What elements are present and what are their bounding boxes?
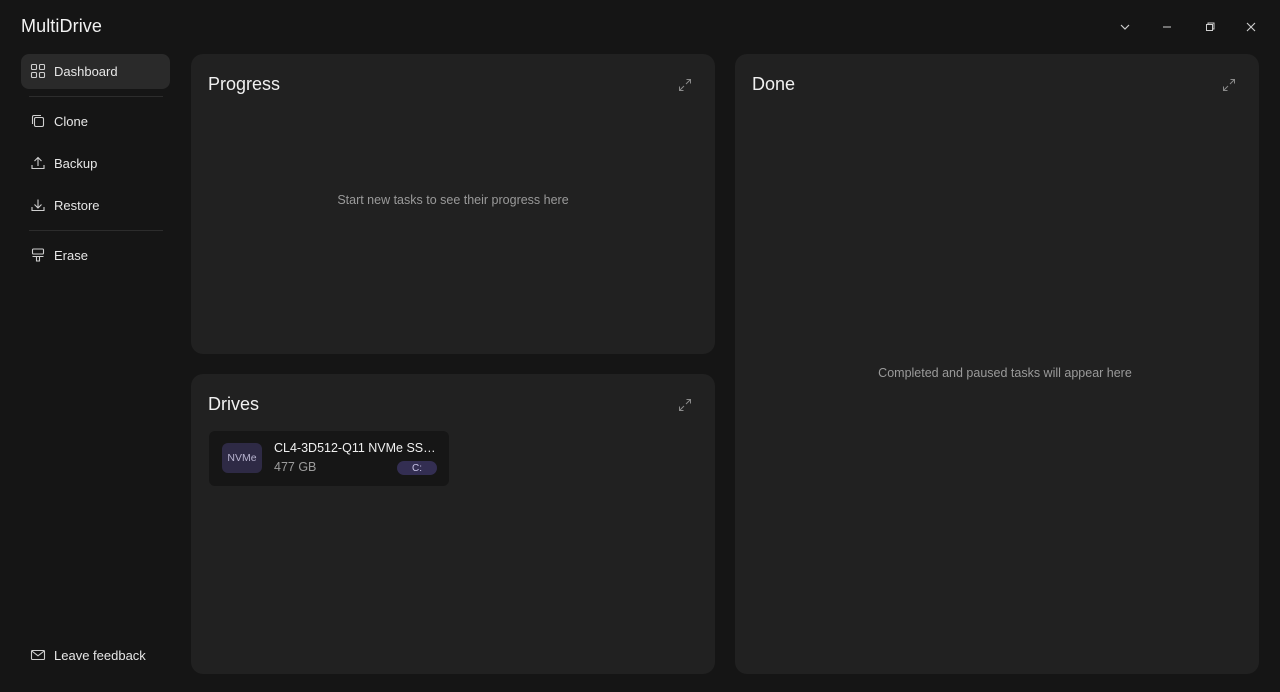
sidebar-divider <box>29 230 163 231</box>
expand-icon <box>679 399 691 411</box>
close-button[interactable] <box>1238 14 1264 40</box>
expand-icon <box>1223 79 1235 91</box>
title-bar: MultiDrive <box>0 0 1280 54</box>
app-title: MultiDrive <box>21 16 103 36</box>
sidebar-divider <box>29 96 163 97</box>
sidebar-item-erase[interactable]: Erase <box>21 238 170 273</box>
mail-icon <box>30 647 46 663</box>
grid-icon <box>30 63 46 79</box>
progress-empty-message: Start new tasks to see their progress he… <box>337 193 569 207</box>
done-panel: Done Completed and paused tasks will app… <box>735 54 1259 674</box>
drive-size: 477 GB <box>274 460 317 474</box>
drive-card[interactable]: NVMe CL4-3D512-Q11 NVMe SSSTC... 477 GB … <box>209 431 449 486</box>
sidebar: Dashboard Clone Backup Restore Erase Lea… <box>0 54 190 692</box>
sidebar-item-label: Backup <box>54 156 98 171</box>
progress-panel: Progress Start new tasks to see their pr… <box>191 54 715 354</box>
sidebar-item-restore[interactable]: Restore <box>21 188 170 223</box>
drive-letter-badge: C: <box>397 461 437 475</box>
app-window: MultiDrive Dashboard Clone Backup Restor… <box>0 0 1280 692</box>
restore-button[interactable] <box>1197 14 1223 40</box>
close-icon <box>1246 22 1256 32</box>
drives-panel: Drives NVMe CL4-3D512-Q11 NVMe SSSTC... … <box>191 374 715 674</box>
sidebar-item-label: Restore <box>54 198 100 213</box>
sidebar-item-backup[interactable]: Backup <box>21 146 170 181</box>
progress-title: Progress <box>208 74 281 94</box>
done-empty-message: Completed and paused tasks will appear h… <box>878 366 1132 380</box>
sidebar-item-dashboard[interactable]: Dashboard <box>21 54 170 89</box>
upload-icon <box>30 155 46 171</box>
download-icon <box>30 197 46 213</box>
expand-done-button[interactable] <box>1220 76 1238 94</box>
sidebar-item-label: Erase <box>54 248 88 263</box>
drive-type-badge: NVMe <box>222 443 262 473</box>
leave-feedback-button[interactable]: Leave feedback <box>21 638 170 673</box>
minimize-button[interactable] <box>1154 14 1180 40</box>
expand-drives-button[interactable] <box>676 396 694 414</box>
restore-icon <box>1206 22 1215 31</box>
copy-icon <box>30 113 46 129</box>
minimize-icon <box>1163 26 1171 28</box>
expand-progress-button[interactable] <box>676 76 694 94</box>
done-title: Done <box>752 74 796 94</box>
sidebar-item-clone[interactable]: Clone <box>21 104 170 139</box>
eraser-icon <box>30 247 46 263</box>
sidebar-item-label: Dashboard <box>54 64 118 79</box>
drives-title: Drives <box>208 394 260 414</box>
sidebar-item-label: Clone <box>54 114 88 129</box>
feedback-label: Leave feedback <box>54 648 146 663</box>
drive-name: CL4-3D512-Q11 NVMe SSSTC... <box>274 441 440 455</box>
expand-icon <box>679 79 691 91</box>
chevron-down-icon[interactable] <box>1112 14 1138 40</box>
